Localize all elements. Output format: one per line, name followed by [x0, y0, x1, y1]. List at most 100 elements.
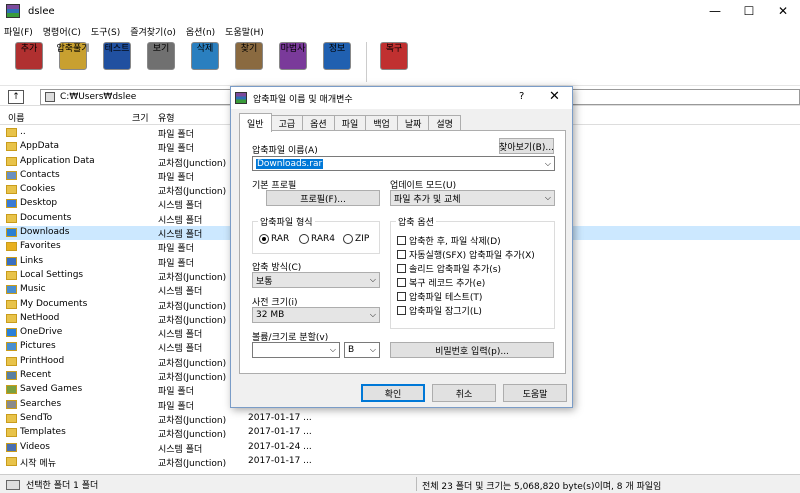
file-row[interactable]: SendTo 교차점(Junction) 2017-01-17 ... [0, 412, 800, 426]
option-test[interactable]: 압축파일 테스트(T) [397, 290, 482, 303]
format-zip-radio[interactable]: ZIP [343, 234, 369, 244]
dialog-app-icon [235, 92, 247, 104]
checkbox-icon [397, 292, 406, 301]
file-name: Links [20, 255, 44, 266]
file-type: 시스템 폴더 [158, 201, 203, 212]
ok-button[interactable]: 확인 [361, 384, 425, 402]
menu-favorites[interactable]: 즐겨찾기(o) [130, 25, 176, 38]
toolbar-find-button[interactable]: 찾기 [228, 40, 270, 70]
menu-help[interactable]: 도움말(H) [225, 25, 264, 38]
toolbar-info-button[interactable]: 정보 [316, 40, 358, 70]
tab-options[interactable]: 옵션 [302, 115, 335, 131]
file-name: NetHood [20, 312, 60, 323]
tab-general[interactable]: 일반 [239, 113, 272, 132]
column-type[interactable]: 유형 [158, 111, 175, 124]
chevron-down-icon: ⌵ [369, 275, 376, 284]
update-mode-select[interactable]: 파일 추가 및 교체 ⌵ [390, 190, 555, 206]
links-icon [6, 256, 17, 266]
column-size[interactable]: 크기 [132, 111, 149, 124]
help-button[interactable]: 도움말 [503, 384, 567, 402]
option-solid[interactable]: 솔리드 압축파일 추가(s) [397, 262, 501, 275]
dialog-close-button[interactable]: ✕ [549, 89, 560, 104]
option-test-label: 압축파일 테스트(T) [409, 293, 483, 303]
archive-name-input[interactable]: Downloads.rar ⌵ [252, 156, 555, 171]
menu-options[interactable]: 옵션(n) [186, 25, 215, 38]
toolbar-separator [366, 42, 367, 82]
status-total-text: 전체 23 폴더 및 크기는 5,068,820 byte(s)이며, 8 개 … [422, 482, 662, 492]
option-recovery-record[interactable]: 복구 레코드 추가(e) [397, 276, 485, 289]
menu-file[interactable]: 파일(F) [4, 25, 33, 38]
profiles-button[interactable]: 프로필(F)... [266, 190, 380, 206]
tab-backup[interactable]: 백업 [365, 115, 398, 131]
toolbar-label: 테스트 [104, 44, 130, 54]
menu-commands[interactable]: 명령어(C) [43, 25, 81, 38]
maximize-button[interactable]: ☐ [732, 0, 766, 22]
file-type: 파일 폴더 [158, 401, 194, 412]
folder-icon [6, 313, 17, 323]
archive-dialog: 압축파일 이름 및 매개변수 ? ✕ 일반 고급 옵션 파일 백업 날짜 설명 … [230, 86, 573, 408]
drive-status-icon [6, 479, 20, 490]
column-name[interactable]: 이름 [8, 111, 25, 124]
file-type: 교차점(Junction) [158, 458, 227, 469]
dictionary-size-select[interactable]: 32 MB ⌵ [252, 307, 380, 323]
archive-name-value: Downloads.rar [256, 158, 324, 169]
split-volumes-input[interactable]: ⌵ [252, 342, 340, 358]
chevron-down-icon[interactable]: ⌵ [545, 159, 551, 169]
format-rar-radio[interactable]: RAR [259, 234, 289, 244]
downloads-icon [6, 228, 17, 238]
toolbar-wizard-button[interactable]: 마법사 [272, 40, 314, 70]
file-type: 파일 폴더 [158, 387, 194, 398]
file-name: Favorites [20, 241, 61, 252]
file-type: 파일 폴더 [158, 244, 194, 255]
file-row[interactable]: Templates 교차점(Junction) 2017-01-17 ... [0, 426, 800, 440]
file-row[interactable]: Videos 시스템 폴더 2017-01-24 ... [0, 441, 800, 455]
split-unit-select[interactable]: B ⌵ [344, 342, 380, 358]
file-name: Music [20, 284, 46, 295]
browse-button[interactable]: 찾아보기(B)... [499, 138, 554, 154]
file-date: 2017-01-17 ... [248, 427, 312, 438]
update-mode-value: 파일 추가 및 교체 [394, 194, 461, 205]
searches-icon [6, 399, 17, 409]
file-type: 파일 폴더 [158, 130, 194, 140]
format-rar4-radio[interactable]: RAR4 [299, 234, 335, 244]
tab-comment[interactable]: 설명 [428, 115, 461, 131]
chevron-down-icon: ⌵ [544, 193, 551, 202]
compression-method-select[interactable]: 보통 ⌵ [252, 272, 380, 288]
toolbar-view-button[interactable]: 보기 [140, 40, 182, 70]
file-type: 교차점(Junction) [158, 358, 227, 369]
compression-method-value: 보통 [256, 276, 273, 287]
format-zip-label: ZIP [355, 234, 370, 244]
file-name: Cookies [20, 184, 56, 195]
checkbox-icon [397, 236, 406, 245]
set-password-button[interactable]: 비밀번호 입력(p)... [390, 342, 554, 358]
tab-time[interactable]: 날짜 [396, 115, 430, 131]
toolbar-label: 추가 [20, 44, 38, 54]
option-sfx[interactable]: 자동실행(SFX) 압축파일 추가(X) [397, 248, 535, 261]
folder-icon [6, 356, 17, 366]
file-name: Documents [20, 212, 72, 223]
dialog-help-button[interactable]: ? [519, 91, 524, 102]
toolbar-repair-button[interactable]: 복구 [373, 40, 415, 70]
file-type: 교차점(Junction) [158, 158, 227, 169]
tab-advanced[interactable]: 고급 [270, 115, 304, 131]
chevron-down-icon: ⌵ [329, 345, 336, 354]
toolbar-test-button[interactable]: 테스트 [96, 40, 138, 70]
toolbar-extract-button[interactable]: 압축풀기 [52, 40, 94, 70]
menu-tools[interactable]: 도구(S) [91, 25, 120, 38]
toolbar-add-button[interactable]: 추가 [8, 40, 50, 70]
option-delete-after[interactable]: 압축한 후, 파일 삭제(D) [397, 234, 501, 247]
tab-files[interactable]: 파일 [333, 115, 367, 131]
cancel-button[interactable]: 취소 [432, 384, 496, 402]
minimize-button[interactable]: — [698, 0, 732, 22]
file-name: 시작 메뉴 [20, 458, 56, 469]
option-lock[interactable]: 압축파일 잠그기(L) [397, 304, 482, 317]
file-row[interactable]: 시작 메뉴 교차점(Junction) 2017-01-17 ... [0, 455, 800, 469]
up-folder-button[interactable]: ↑ [8, 89, 24, 104]
recent-icon [6, 371, 17, 381]
archive-options-group: 압축 옵션 압축한 후, 파일 삭제(D) 자동실행(SFX) 압축파일 추가(… [390, 215, 555, 329]
file-type: 시스템 폴더 [158, 230, 203, 241]
contacts-icon [6, 170, 17, 180]
checkbox-icon [397, 278, 406, 287]
toolbar-delete-button[interactable]: 삭제 [184, 40, 226, 70]
close-button[interactable]: ✕ [766, 0, 800, 22]
